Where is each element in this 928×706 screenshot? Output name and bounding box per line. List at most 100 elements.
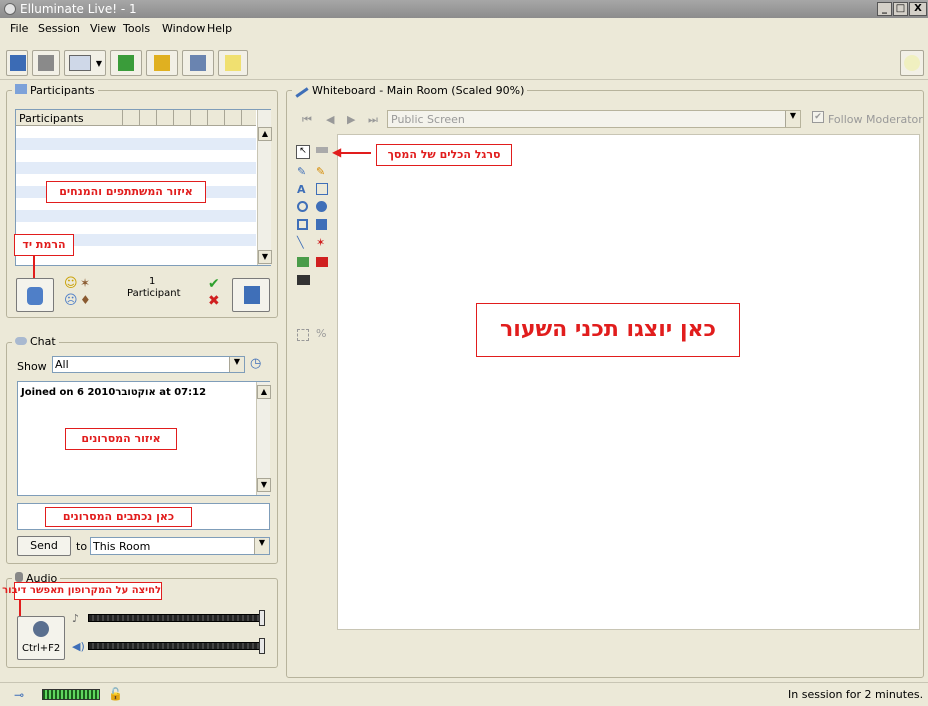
menu-session[interactable]: Session — [38, 22, 80, 35]
filled-rectangle-icon[interactable] — [316, 219, 327, 230]
menu-tools[interactable]: Tools — [123, 22, 150, 35]
menu-help[interactable]: Help — [207, 22, 232, 35]
chat-message: Joined on 6 2010אוקטובר at 07:12 — [21, 387, 207, 398]
select-area-icon[interactable] — [297, 329, 309, 341]
text-box-icon[interactable] — [316, 183, 328, 195]
whiteboard-tools: ↖ ✎ ✎ A ╲ ✶ % — [294, 143, 334, 343]
show-select[interactable]: All ▼ — [52, 356, 245, 373]
notepad-icon — [225, 55, 241, 71]
clock-icon[interactable]: ◷ — [250, 356, 261, 371]
app-share-button[interactable] — [110, 50, 142, 76]
hand-icon — [27, 287, 43, 305]
scroll-up-icon[interactable]: ▲ — [258, 127, 272, 141]
notes-button[interactable] — [218, 50, 248, 76]
chevron-down-icon: ▼ — [95, 59, 102, 68]
annotation-chat-input: כאן נכתבים המסרונים — [45, 507, 192, 527]
scroll-up-icon[interactable]: ▲ — [257, 385, 271, 399]
eraser-icon[interactable] — [316, 147, 328, 153]
next-page-icon[interactable]: ▶ — [347, 113, 355, 126]
rectangle-icon[interactable] — [297, 219, 308, 230]
whiteboard-canvas[interactable] — [337, 134, 920, 630]
image-icon[interactable] — [297, 257, 309, 267]
exit-button[interactable] — [232, 278, 270, 312]
talk-button[interactable]: Ctrl+F2 — [17, 616, 65, 660]
participant-count-label: Participant — [127, 288, 181, 299]
cross-icon[interactable]: ✖ — [208, 293, 220, 309]
pointer-icon[interactable]: ↖ — [296, 145, 310, 159]
annotation-microphone: לחיצה על המקרופון תאפשר דיבור — [2, 582, 162, 600]
minimize-button[interactable]: _ — [877, 2, 892, 16]
save-icon — [10, 55, 26, 71]
text-tool-icon[interactable]: A — [297, 183, 306, 196]
participants-panel-title: Participants — [12, 84, 98, 97]
bulb-icon — [904, 55, 920, 71]
magic-wand-icon[interactable]: ✶ — [316, 236, 325, 249]
recipient-select-value: This Room — [93, 540, 151, 553]
raise-hand-button[interactable] — [16, 278, 54, 312]
last-page-icon[interactable]: ⏭ — [368, 113, 378, 127]
connection-icon: ⊸ — [14, 688, 25, 702]
participants-column-header[interactable]: Participants — [19, 112, 84, 125]
highlighter-icon[interactable]: ✎ — [316, 165, 325, 178]
print-icon — [38, 55, 54, 71]
chat-panel-title: Chat — [12, 335, 59, 348]
annotation-messages-area: איזור המסרונים — [65, 428, 177, 450]
ellipse-icon[interactable] — [297, 201, 308, 212]
annotation-content-area: כאן יוצגו תכני השעור — [476, 303, 740, 357]
scroll-down-icon[interactable]: ▼ — [257, 478, 271, 492]
pen-tool-icon[interactable]: ✎ — [297, 165, 306, 178]
scroll-down-icon[interactable]: ▼ — [258, 250, 272, 264]
status-bar: ⊸ 🔓 In session for 2 minutes. — [0, 682, 928, 706]
laugh-icon[interactable]: ♦ — [80, 293, 91, 307]
save-button[interactable] — [6, 50, 28, 76]
annotation-toolbar: סרגל הכלים של המסך — [376, 144, 512, 166]
lock-icon: 🔓 — [108, 687, 123, 701]
status-columns-icons[interactable] — [106, 110, 256, 125]
filled-ellipse-icon[interactable] — [316, 201, 327, 212]
first-page-icon[interactable]: ⏮ — [302, 113, 312, 127]
annotation-arrow — [33, 256, 35, 278]
chat-scrollbar[interactable]: ▲ ▼ — [256, 382, 271, 495]
chevron-down-icon: ▼ — [229, 357, 244, 372]
close-button[interactable]: X — [909, 2, 927, 16]
to-label: to — [76, 540, 88, 553]
layout-icon — [69, 55, 91, 71]
annotation-arrowhead-icon: ◀ — [332, 145, 342, 159]
web-tour-button[interactable] — [146, 50, 178, 76]
menu-bar: File Session View Tools Window Help — [0, 18, 928, 38]
smiley-icon[interactable]: ☺ — [64, 276, 78, 291]
follow-moderator-label: Follow Moderator — [828, 113, 923, 126]
check-icon[interactable]: ✔ — [208, 276, 220, 292]
chevron-down-icon: ▼ — [254, 538, 269, 554]
participant-count: 1 — [149, 276, 156, 287]
mic-level-icon: ♪ — [72, 612, 80, 625]
line-icon[interactable]: ╲ — [297, 236, 304, 249]
screen-select[interactable]: Public Screen ▼ — [387, 110, 801, 128]
mic-volume-knob[interactable] — [259, 610, 265, 626]
layout-menu-button[interactable]: ▼ — [64, 50, 106, 76]
menu-window[interactable]: Window — [162, 22, 205, 35]
follow-moderator-checkbox[interactable]: ✔ — [812, 111, 824, 123]
screen-capture-icon[interactable] — [297, 275, 310, 285]
menu-view[interactable]: View — [90, 22, 116, 35]
speaker-volume-knob[interactable] — [259, 638, 265, 654]
participants-scrollbar[interactable]: ▲ ▼ — [257, 110, 272, 265]
help-button[interactable] — [900, 50, 924, 76]
chat-icon — [15, 337, 27, 345]
recipient-select[interactable]: This Room ▼ — [90, 537, 270, 555]
maximize-button[interactable]: □ — [893, 2, 908, 16]
clipart-icon[interactable] — [316, 257, 328, 267]
applause-icon[interactable]: ✶ — [80, 276, 90, 290]
percent-icon[interactable]: % — [316, 327, 326, 340]
profile-button[interactable] — [182, 50, 214, 76]
window-title: Elluminate Live! - 1 — [20, 2, 137, 16]
confused-icon[interactable]: ☹ — [64, 293, 78, 308]
prev-page-icon[interactable]: ◀ — [326, 113, 334, 126]
speaker-volume-slider[interactable] — [88, 642, 262, 650]
send-button[interactable]: Send — [17, 536, 71, 556]
print-button[interactable] — [32, 50, 60, 76]
participants-header: Participants — [16, 110, 256, 126]
participants-icon — [15, 84, 27, 94]
menu-file[interactable]: File — [10, 22, 28, 35]
mic-volume-slider[interactable] — [88, 614, 262, 622]
